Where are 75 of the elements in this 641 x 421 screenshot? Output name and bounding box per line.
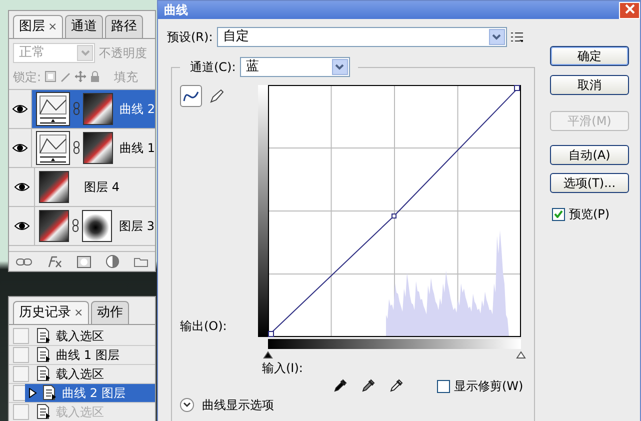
eye-icon[interactable] (12, 102, 28, 114)
eye-icon[interactable] (14, 180, 30, 192)
show-clipping-checkbox[interactable]: 显示修剪(W) (437, 377, 524, 395)
lock-transparency-icon[interactable] (45, 71, 56, 82)
curve-thumbnail (36, 92, 70, 126)
channel-label: 通道(C): (190, 59, 236, 76)
input-level-slider[interactable] (516, 351, 526, 358)
dialog-button[interactable]: 取消 (550, 75, 629, 95)
panel-tab[interactable]: 图层 × (13, 15, 64, 38)
preset-options-icon[interactable] (510, 32, 523, 42)
dialog-button[interactable]: 自动(A) (550, 145, 629, 165)
history-step-icon (37, 366, 50, 381)
dialog-button[interactable]: 确定 (550, 46, 629, 66)
fill-label: 填充 (114, 68, 138, 86)
control-point[interactable] (392, 214, 396, 218)
history-item[interactable]: 载入选区 (33, 326, 155, 344)
dialog-button[interactable]: 选项(T)... (550, 173, 629, 193)
move-icon[interactable] (75, 71, 86, 82)
checkmark-icon (554, 210, 563, 218)
close-icon[interactable]: × (48, 18, 58, 35)
eye-icon[interactable] (12, 142, 28, 154)
history-step-icon (43, 385, 56, 400)
control-point[interactable] (268, 331, 274, 337)
eyedropper-icon[interactable] (389, 379, 403, 393)
history-step-icon (37, 328, 50, 343)
mask-icon[interactable] (77, 256, 92, 268)
fx-icon[interactable] (46, 256, 63, 268)
curve-tool[interactable] (180, 85, 202, 107)
close-icon[interactable] (624, 4, 634, 14)
panel-tab[interactable]: 历史记录 × (13, 301, 90, 324)
panel-tab[interactable]: 动作 (91, 301, 130, 324)
channel-select[interactable]: 蓝 (240, 57, 350, 77)
layer-thumbnail (39, 170, 69, 202)
preview-checkbox[interactable]: 预览(P) (552, 205, 629, 223)
output-label: 输出(O): (180, 318, 228, 335)
mask-thumbnail (82, 210, 112, 242)
display-options-label: 曲线显示选项 (202, 397, 274, 414)
dropdown-caret-icon[interactable] (488, 29, 505, 45)
preset-label: 预设(R): (167, 29, 213, 46)
close-button[interactable] (619, 2, 640, 18)
curve-thumbnail (36, 130, 70, 164)
mask-thumbnail (82, 92, 113, 124)
layer-row[interactable]: 图层 4 (35, 168, 155, 206)
close-icon[interactable]: × (74, 304, 84, 321)
half-circle-icon[interactable] (106, 255, 120, 268)
dropdown-caret-icon[interactable] (332, 59, 348, 75)
chain-icon[interactable] (72, 219, 79, 232)
panel-tab[interactable]: 通道 (65, 15, 104, 38)
preset-select[interactable]: 自定 (216, 27, 507, 47)
window-title: 曲线 (164, 2, 188, 19)
input-level-slider[interactable] (263, 351, 273, 358)
folder-icon[interactable] (134, 256, 148, 267)
history-item[interactable]: 载入选区 (33, 364, 155, 382)
pencil-icon[interactable] (210, 89, 224, 103)
control-point[interactable] (514, 85, 520, 91)
layer-thumbnail (39, 210, 69, 242)
history-step-icon (37, 347, 50, 362)
history-step-icon (37, 404, 50, 419)
eyedropper-icon[interactable] (333, 379, 347, 393)
eye-icon[interactable] (14, 220, 30, 232)
layer-row[interactable]: 图层 3 (35, 206, 155, 244)
mask-thumbnail (82, 132, 113, 164)
opacity-label: 不透明度 (99, 44, 147, 62)
layer-row[interactable]: 曲线 2 (32, 90, 155, 128)
panel-tab[interactable]: 路径 (105, 15, 144, 38)
curve-icon[interactable] (183, 89, 199, 103)
expand-button[interactable] (180, 398, 194, 412)
history-item[interactable]: 曲线 1 图层 (33, 346, 155, 364)
link-icon[interactable] (16, 258, 32, 266)
lock-label: 锁定: (13, 68, 42, 86)
eyedropper-icon[interactable] (361, 379, 375, 393)
chain-icon[interactable] (72, 141, 80, 154)
history-item[interactable]: 曲线 2 图层 (25, 384, 155, 402)
layer-row[interactable]: 曲线 1 (32, 128, 155, 166)
input-label: 输入(I): (262, 360, 303, 377)
